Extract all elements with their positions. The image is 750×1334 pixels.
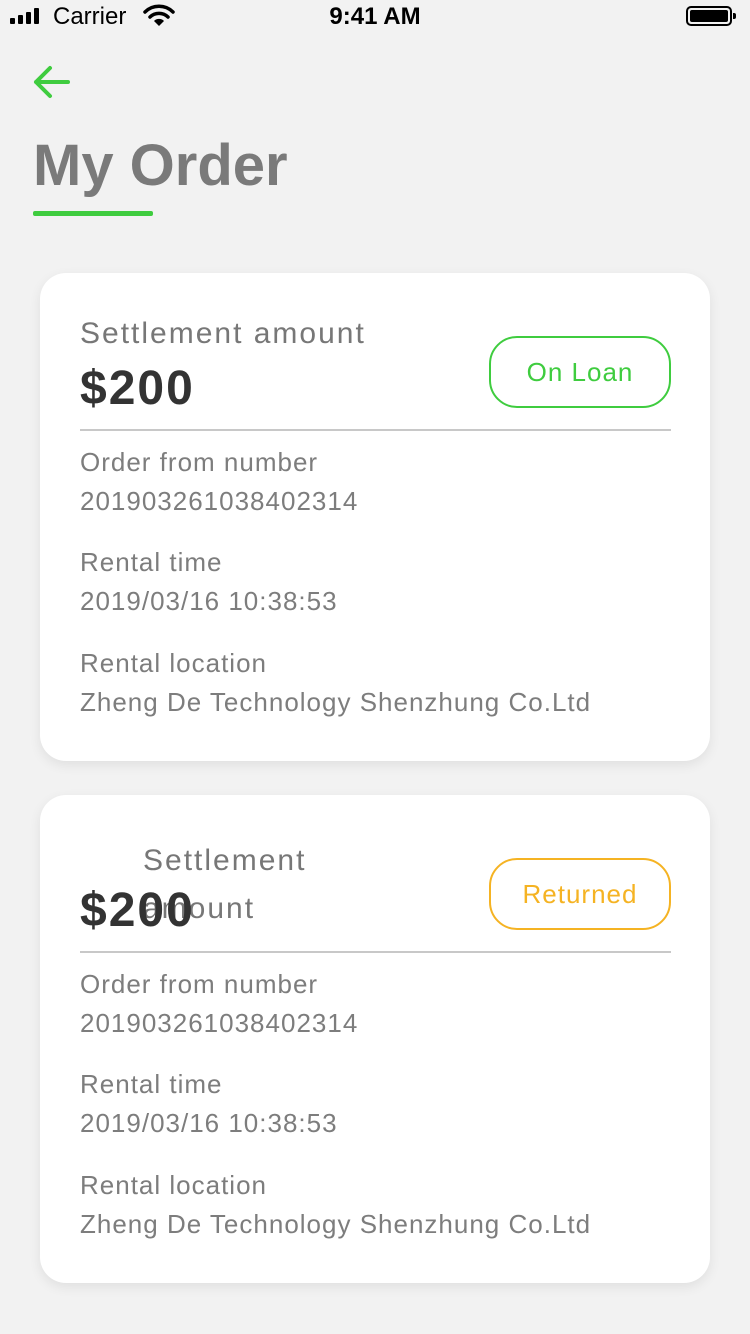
status-badge: On Loan (489, 336, 671, 408)
order-number-value: 201903261038402314 (80, 1008, 359, 1038)
rental-time-value: 2019/03/16 10:38:53 (80, 1108, 338, 1138)
rental-time-label: Rental time (80, 1069, 223, 1099)
page-title: My Order (33, 133, 288, 198)
rental-location-value: Zheng De Technology Shenzhung Co.Ltd (80, 687, 592, 717)
rental-location-label: Rental location (80, 648, 267, 678)
rental-time-value: 2019/03/16 10:38:53 (80, 586, 338, 616)
status-time: 9:41 AM (329, 3, 421, 30)
order-number-label: Order from number (80, 969, 319, 999)
battery-icon (686, 6, 736, 26)
rental-time-label: Rental time (80, 547, 223, 577)
order-card[interactable]: Settlement amount $200 On Loan Order fro… (40, 273, 710, 761)
divider (80, 429, 671, 431)
rental-location-label: Rental location (80, 1170, 267, 1200)
settlement-amount-value: $200 (80, 884, 195, 937)
title-underline (33, 211, 153, 216)
status-bar: Carrier 9:41 AM (0, 0, 750, 34)
back-button[interactable] (28, 60, 76, 104)
order-number-value: 201903261038402314 (80, 486, 359, 516)
status-badge: Returned (489, 858, 671, 930)
order-number-label: Order from number (80, 447, 319, 477)
rental-location-value: Zheng De Technology Shenzhung Co.Ltd (80, 1209, 592, 1239)
arrow-left-icon (34, 66, 70, 98)
settlement-amount-label: Settlement amount (80, 317, 366, 350)
settlement-amount-value: $200 (80, 362, 195, 415)
divider (80, 951, 671, 953)
order-card[interactable]: Settlement amount $200 Returned Order fr… (40, 795, 710, 1283)
